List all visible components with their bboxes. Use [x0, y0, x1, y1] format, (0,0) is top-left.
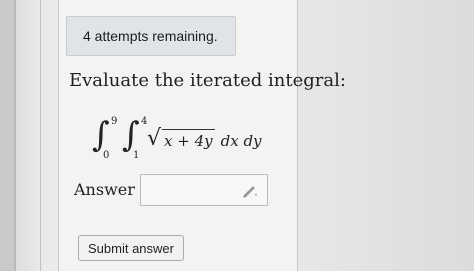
background-divider [40, 0, 41, 271]
question-prompt: Evaluate the iterated integral: [69, 70, 346, 91]
iterated-integral: ∫ 9 0 ∫ 4 1 √ x + 4y dx dy [92, 114, 312, 166]
integrand: √ x + 4y dx dy [147, 126, 262, 151]
sqrt-icon: √ [147, 126, 162, 151]
inner-lower-limit: 1 [133, 150, 140, 161]
answer-input[interactable] [140, 174, 268, 206]
pencil-icon[interactable] [242, 184, 260, 198]
outer-lower-limit: 0 [103, 150, 110, 161]
outer-upper-limit: 9 [111, 116, 118, 127]
differentials: dx dy [220, 132, 262, 150]
answer-label: Answer : [74, 180, 146, 199]
outer-integral-sign: ∫ [92, 115, 110, 155]
radicand: x + 4y [162, 129, 215, 150]
submit-button-label: Submit answer [88, 240, 174, 256]
attempts-text: 4 attempts remaining. [83, 28, 218, 44]
background-left-strip [0, 0, 14, 271]
attempts-remaining-banner: 4 attempts remaining. [66, 16, 236, 56]
background-left-edge [14, 0, 16, 271]
submit-answer-button[interactable]: Submit answer [78, 235, 184, 261]
inner-integral-sign: ∫ [122, 115, 140, 155]
